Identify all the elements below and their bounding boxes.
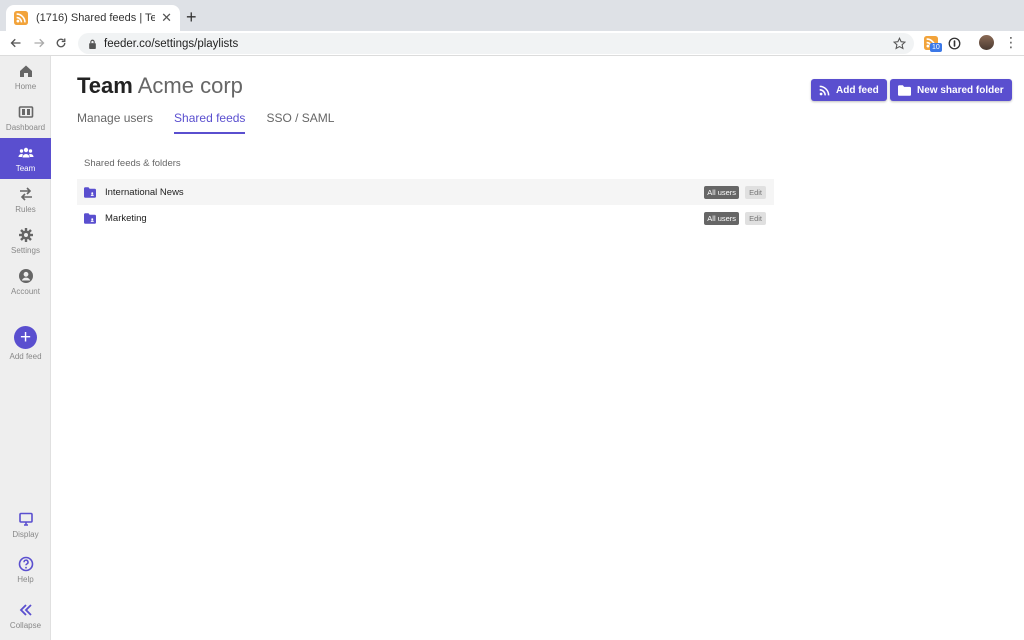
sidebar-item-label: Settings — [11, 245, 40, 255]
rules-icon — [19, 186, 32, 201]
sidebar-item-collapse[interactable]: Collapse — [0, 595, 51, 636]
new-shared-folder-label: New shared folder — [917, 84, 1004, 96]
sidebar-item-label: Home — [14, 81, 37, 91]
sidebar-item-label: Team — [15, 163, 36, 173]
lock-icon — [89, 39, 96, 49]
add-feed-button[interactable]: Add feed — [811, 79, 887, 101]
add-feed-label: Add feed — [836, 84, 879, 96]
sidebar-item-label: Display — [12, 529, 39, 539]
sidebar-item-label: Rules — [15, 204, 36, 214]
new-tab-icon[interactable]: + — [186, 7, 197, 28]
rss-icon — [14, 11, 28, 25]
folder-name: Marketing — [105, 212, 147, 224]
page-title: Team Acme corp — [77, 73, 243, 99]
tab-shared-feeds[interactable]: Shared feeds — [174, 111, 246, 134]
tab-manage-users[interactable]: Manage users — [77, 111, 153, 134]
rss-icon — [819, 85, 830, 95]
sidebar-item-dashboard[interactable]: Dashboard — [0, 97, 51, 138]
list-item[interactable]: Marketing All users Edit — [77, 205, 774, 231]
back-arrow-icon[interactable] — [8, 37, 24, 49]
display-icon — [18, 512, 33, 526]
sidebar-add-feed[interactable]: + Add feed — [0, 320, 51, 366]
sidebar-item-team[interactable]: Team — [0, 138, 51, 179]
gear-icon — [18, 227, 33, 242]
sidebar-item-help[interactable]: Help — [0, 549, 51, 590]
sidebar-item-home[interactable]: Home — [0, 56, 51, 97]
dashboard-icon — [18, 105, 33, 118]
sidebar-item-label: Collapse — [9, 620, 42, 630]
extension-badge: 10 — [930, 43, 942, 52]
sidebar-item-label: Add feed — [9, 351, 42, 361]
sidebar-item-display[interactable]: Display — [0, 504, 51, 545]
edit-button[interactable]: Edit — [745, 211, 766, 225]
url-text: feeder.co/settings/playlists — [104, 37, 239, 50]
profile-avatar[interactable] — [979, 35, 994, 50]
section-label: Shared feeds & folders — [84, 158, 181, 169]
browser-tabstrip: (1716) Shared feeds | Team | Feeder ✕ + — [0, 0, 1024, 31]
access-badge: All users — [704, 211, 740, 225]
address-bar[interactable]: feeder.co/settings/playlists — [78, 33, 914, 54]
home-icon — [19, 65, 32, 77]
forward-arrow-icon[interactable] — [31, 37, 47, 49]
team-icon — [18, 147, 33, 157]
page-title-org: Acme corp — [137, 73, 243, 98]
plus-icon: + — [14, 325, 37, 349]
edit-button[interactable]: Edit — [745, 185, 766, 199]
close-icon[interactable]: ✕ — [161, 10, 172, 26]
sidebar: Home Dashboard Team Rules Settings Accou… — [0, 56, 51, 640]
help-icon — [18, 556, 33, 571]
reload-icon[interactable] — [53, 37, 69, 49]
folder-icon — [898, 84, 911, 96]
browser-tab-title: (1716) Shared feeds | Team | Feeder — [36, 12, 156, 24]
new-shared-folder-button[interactable]: New shared folder — [890, 79, 1012, 101]
page-title-team: Team — [77, 73, 133, 98]
collapse-icon — [19, 603, 32, 616]
sidebar-item-rules[interactable]: Rules — [0, 179, 51, 220]
folder-name: International News — [105, 186, 184, 198]
tab-sso-saml[interactable]: SSO / SAML — [266, 111, 334, 134]
browser-toolbar: feeder.co/settings/playlists — [0, 31, 1024, 56]
sidebar-item-settings[interactable]: Settings — [0, 220, 51, 261]
star-icon[interactable] — [893, 37, 906, 50]
browser-tab[interactable]: (1716) Shared feeds | Team | Feeder ✕ — [6, 5, 180, 31]
shared-folder-icon — [84, 212, 96, 224]
shared-folder-icon — [84, 186, 96, 198]
sidebar-item-label: Help — [17, 574, 34, 584]
list-item[interactable]: International News All users Edit — [77, 179, 774, 205]
tab-bar: Manage users Shared feeds SSO / SAML — [77, 111, 355, 134]
sidebar-item-label: Account — [11, 286, 40, 296]
main-content: Team Acme corp Add feed New shared folde… — [51, 56, 1024, 640]
password-extension-icon[interactable] — [948, 37, 961, 50]
sidebar-item-account[interactable]: Account — [0, 261, 51, 302]
shared-folder-list: International News All users Edit Market… — [77, 179, 774, 231]
menu-dots-icon[interactable]: ⋮ — [1004, 34, 1018, 50]
account-icon — [18, 268, 33, 283]
access-badge: All users — [704, 185, 740, 199]
sidebar-item-label: Dashboard — [5, 122, 46, 132]
